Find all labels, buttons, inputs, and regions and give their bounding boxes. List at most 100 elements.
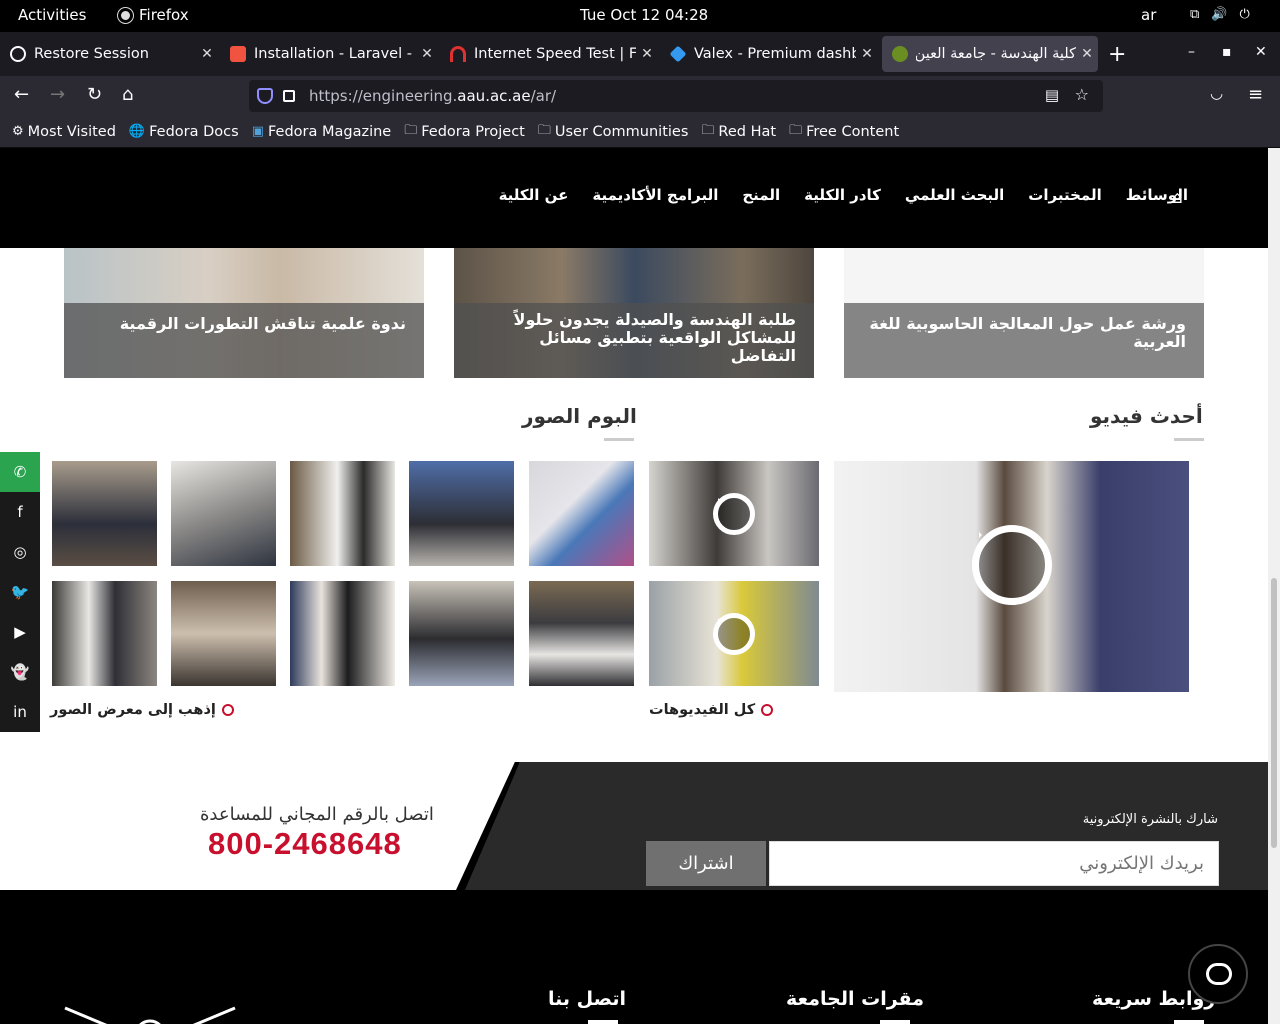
photo-thumbnail[interactable] (529, 461, 634, 566)
photos-section-title: البوم الصور (522, 404, 637, 428)
photos-title-underline (604, 438, 634, 441)
linkedin-icon[interactable]: in (0, 692, 40, 732)
new-tab-button[interactable]: + (1108, 42, 1126, 67)
input-language[interactable]: ar (1141, 6, 1156, 24)
volume-icon: 🔊 (1211, 7, 1228, 22)
news-title[interactable]: ورشة عمل حول المعالجة الحاسوبية للغة الع… (844, 303, 1204, 378)
youtube-icon[interactable]: ▶ (0, 612, 40, 652)
close-tab-icon[interactable]: ✕ (856, 46, 878, 62)
tab-aau-engineering[interactable]: كلية الهندسة - جامعة العين ✕ (882, 36, 1098, 72)
main-menu: عن الكلية البرامج الأكاديمية المنح كادر … (499, 186, 1188, 204)
newsletter-email-input[interactable] (769, 841, 1219, 886)
photo-thumbnail[interactable] (52, 461, 157, 566)
aau-icon (892, 46, 908, 62)
footer-title-underline (880, 1020, 910, 1024)
back-button[interactable]: ← (14, 84, 29, 105)
play-icon[interactable] (972, 525, 1052, 605)
firefox-icon (118, 7, 133, 23)
url-bar[interactable]: https://engineering.aau.ac.ae/ar/ ▤ ☆ (249, 80, 1103, 112)
bookmark-star-icon[interactable]: ☆ (1075, 85, 1089, 104)
twitter-icon[interactable]: 🐦 (0, 572, 40, 612)
bookmark-most-visited[interactable]: ⚙ Most Visited (12, 124, 116, 140)
reader-view-icon[interactable]: ▤ (1045, 86, 1059, 104)
clock[interactable]: Tue Oct 12 04:28 (580, 6, 708, 24)
photo-thumbnail[interactable] (171, 581, 276, 686)
facebook-icon[interactable]: f (0, 492, 40, 532)
videos-title-underline (1174, 438, 1204, 441)
gnome-top-bar: Activities Firefox Tue Oct 12 04:28 ar ⧉… (0, 0, 1280, 32)
menu-icon[interactable]: ≡ (1248, 84, 1263, 105)
shield-icon[interactable] (257, 88, 273, 104)
tab-valex[interactable]: Valex - Premium dashboar✕ (660, 36, 878, 72)
close-tab-icon[interactable]: ✕ (196, 46, 218, 62)
maximize-button[interactable]: ▪ (1222, 44, 1232, 60)
close-window-button[interactable]: ✕ (1255, 44, 1267, 60)
bookmark-fedora-magazine[interactable]: ▣ Fedora Magazine (252, 124, 392, 140)
app-menu[interactable]: Firefox (118, 6, 189, 24)
news-card[interactable]: طلبة الهندسة والصيدلة يجدون حلولاً للمشا… (454, 248, 814, 378)
power-icon: ⏻ (1239, 7, 1250, 22)
subscribe-button[interactable]: اشتراك (646, 841, 766, 886)
tab-laravel[interactable]: Installation - Laravel - Th✕ (220, 36, 438, 72)
play-icon[interactable] (713, 613, 755, 655)
close-tab-icon[interactable]: ✕ (636, 46, 658, 62)
nav-item-about[interactable]: عن الكلية (499, 186, 569, 204)
photo-thumbnail[interactable] (529, 581, 634, 686)
bookmark-red-hat[interactable]: 🗀 Red Hat (701, 121, 776, 143)
tab-bar: Restore Session ✕ Installation - Laravel … (0, 32, 1280, 76)
tab-restore-session[interactable]: Restore Session ✕ (0, 36, 218, 72)
nav-item-labs[interactable]: المختبرات (1028, 186, 1101, 204)
snapchat-icon[interactable]: 👻 (0, 652, 40, 692)
instagram-icon[interactable]: ◎ (0, 532, 40, 572)
news-title[interactable]: ندوة علمية تناقش التطورات الرقمية (64, 303, 424, 378)
home-button[interactable]: ⌂ (122, 84, 133, 105)
play-icon[interactable] (713, 493, 755, 535)
reload-button[interactable]: ↻ (87, 84, 102, 105)
photo-thumbnail[interactable] (290, 461, 395, 566)
nav-toolbar: ← → ↻ ⌂ https://engineering.aau.ac.ae/ar… (0, 76, 1280, 116)
photo-thumbnail[interactable] (290, 581, 395, 686)
nav-item-research[interactable]: البحث العلمي (905, 186, 1004, 204)
url-text[interactable]: https://engineering.aau.ac.ae/ar/ (309, 87, 556, 105)
close-tab-icon[interactable]: ✕ (416, 46, 438, 62)
minimize-button[interactable]: – (1188, 44, 1195, 60)
bookmark-fedora-docs[interactable]: 🌐 Fedora Docs (129, 124, 239, 140)
lock-icon[interactable] (283, 90, 295, 102)
featured-video[interactable] (834, 461, 1189, 692)
chat-button[interactable] (1188, 944, 1248, 1004)
bookmark-fedora-project[interactable]: 🗀 Fedora Project (404, 121, 525, 143)
news-card[interactable]: ندوة علمية تناقش التطورات الرقمية (64, 248, 424, 378)
photo-thumbnail[interactable] (171, 461, 276, 566)
news-title[interactable]: طلبة الهندسة والصيدلة يجدون حلولاً للمشا… (454, 303, 814, 378)
activities-button[interactable]: Activities (18, 6, 86, 24)
footer-contact-title: اتصل بنا (548, 988, 626, 1010)
close-tab-icon[interactable]: ✕ (1076, 46, 1098, 62)
web-page: ⌂ عن الكلية البرامج الأكاديمية المنح كاد… (0, 148, 1268, 1024)
nav-item-faculty[interactable]: كادر الكلية (804, 186, 881, 204)
video-thumbnail[interactable] (649, 461, 819, 566)
photo-thumbnail[interactable] (409, 581, 514, 686)
pocket-icon[interactable]: ◡ (1210, 84, 1223, 102)
page-scrollbar[interactable] (1268, 148, 1280, 1024)
all-videos-link[interactable]: كل الفيديوهات (649, 702, 774, 718)
photo-thumbnail[interactable] (409, 461, 514, 566)
photo-gallery-link[interactable]: إذهب إلى معرض الصور (50, 702, 234, 718)
bookmark-free-content[interactable]: 🗀 Free Content (789, 121, 899, 143)
newsletter-label: شارك بالنشرة الإلكترونية (1082, 812, 1218, 827)
video-thumbnail[interactable] (649, 581, 819, 686)
forward-button[interactable]: → (50, 84, 65, 105)
footer-campuses-title: مقرات الجامعة (786, 988, 924, 1010)
tab-speed-test[interactable]: Internet Speed Test | Fast✕ (440, 36, 658, 72)
phone-icon[interactable]: ✆ (0, 452, 40, 492)
nav-item-programs[interactable]: البرامج الأكاديمية (592, 186, 718, 204)
toll-free-number[interactable]: 800-2468648 (208, 826, 402, 862)
folder-icon: 🗀 (404, 122, 418, 138)
bookmark-user-communities[interactable]: 🗀 User Communities (538, 121, 689, 143)
scrollbar-thumb[interactable] (1271, 578, 1277, 848)
nav-item-media[interactable]: الوسائط (1126, 186, 1188, 204)
toll-free-label: اتصل بالرقم المجاني للمساعدة (200, 804, 434, 825)
photo-thumbnail[interactable] (52, 581, 157, 686)
system-tray[interactable]: ⧉ 🔊 ⏻ (1190, 7, 1250, 22)
news-card[interactable]: ورشة عمل حول المعالجة الحاسوبية للغة الع… (844, 248, 1204, 378)
nav-item-scholarships[interactable]: المنح (742, 186, 780, 204)
